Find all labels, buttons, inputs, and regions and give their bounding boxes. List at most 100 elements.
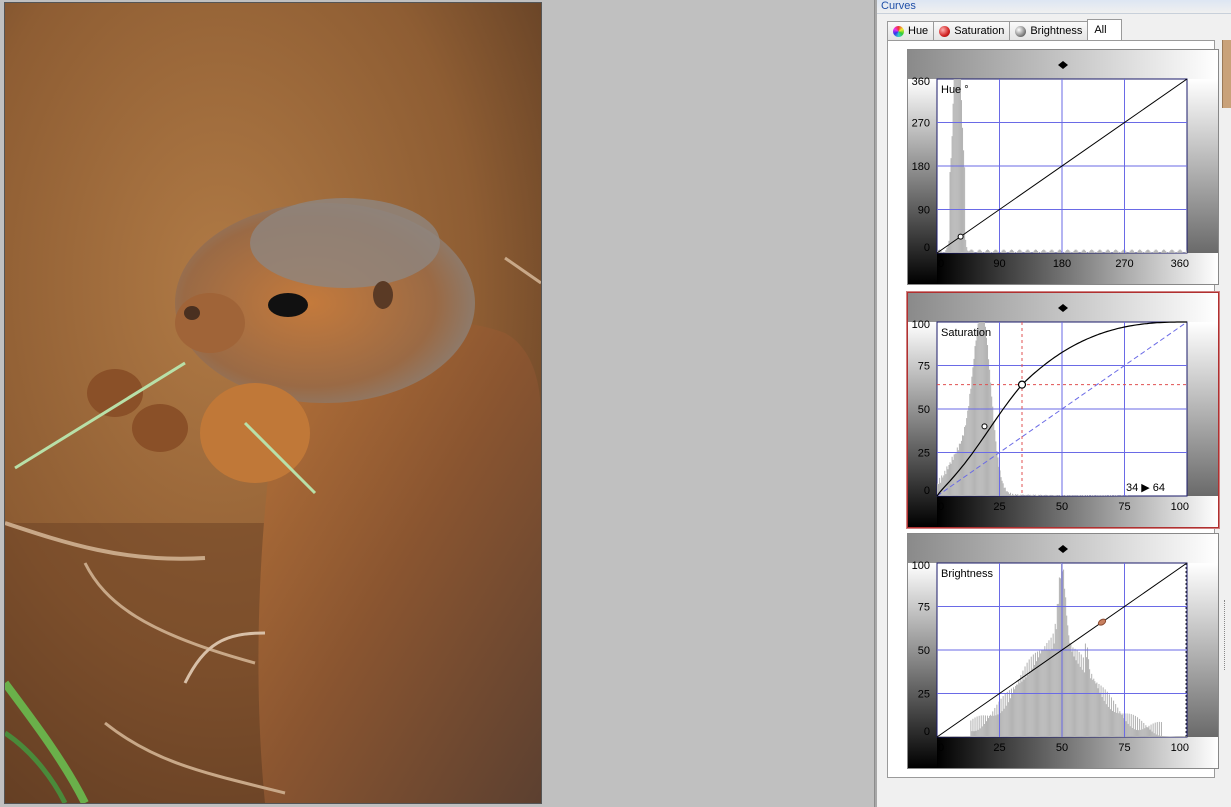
saturation-control-point[interactable] (981, 423, 988, 430)
brightness-histogram-bar (1005, 705, 1007, 737)
brightness-curve-canvas[interactable]: 100 75 50 25 00 25 50 75 100 Brightness (908, 534, 1218, 768)
brightness-histogram-bar (950, 736, 952, 737)
brightness-histogram-bar (1163, 736, 1165, 737)
brightness-histogram-bar (1017, 684, 1019, 737)
hue-histogram-bar (948, 240, 950, 253)
tab-panel-all: 360 270 180 90 0 0 90 180 270 360 Hue ° 100 75 50 25 0… (887, 40, 1220, 778)
brightness-histogram-bar (1009, 698, 1011, 737)
hue-histogram-bar (1056, 251, 1058, 253)
saturation-histogram-bar (1047, 495, 1049, 496)
hue-histogram-bar (1164, 249, 1166, 253)
hue-histogram-bar (1027, 249, 1029, 253)
hue-histogram-bar (993, 251, 995, 253)
hue-histogram-bar (967, 250, 969, 253)
brightness-histogram-bar (1079, 666, 1081, 737)
hue-histogram-bar (941, 251, 943, 253)
brightness-x-tick-label: 25 (993, 742, 1005, 754)
saturation-y-tick-label: 75 (918, 361, 930, 373)
brightness-histogram-bar (1167, 736, 1169, 737)
saturation-histogram-bar (984, 326, 986, 496)
hue-control-point[interactable] (957, 233, 964, 240)
hue-histogram-bar (960, 100, 962, 254)
hue-histogram-bar (989, 251, 991, 253)
saturation-histogram-bar (1073, 495, 1075, 496)
brightness-histogram-bar (1181, 736, 1183, 737)
hue-histogram-bar (1121, 251, 1123, 253)
brightness-histogram-bar (963, 736, 965, 737)
brightness-histogram-bar (1000, 698, 1002, 737)
brightness-histogram-bar (1128, 713, 1130, 737)
saturation-x-tick-label: 50 (1056, 501, 1068, 513)
brightness-histogram-bar (1067, 625, 1069, 737)
saturation-curve-canvas[interactable]: 100 75 50 25 00 25 50 75 100 Saturation 34 ▶ 64 (908, 293, 1218, 527)
tab-hue-label: Hue (908, 25, 929, 37)
brightness-histogram-bar (1034, 652, 1036, 737)
saturation-x-tick-label: 75 (1118, 501, 1130, 513)
brightness-curve-editor[interactable]: 100 75 50 25 0 0 25 50 75 100 Brightness (907, 533, 1219, 769)
hue-histogram-bar (1076, 250, 1078, 253)
hue-histogram-bar (1024, 252, 1026, 253)
hue-histogram-bar (1077, 251, 1079, 253)
saturation-histogram-bar (977, 323, 979, 496)
hue-histogram-bar (1107, 249, 1109, 253)
brightness-histogram-bar (1033, 664, 1035, 737)
hue-histogram-bar (1059, 249, 1061, 253)
brightness-y-tick-label: 0 (924, 726, 930, 738)
brightness-histogram-bar (1089, 669, 1091, 737)
saturation-curve-editor[interactable]: 100 75 50 25 0 0 25 50 75 100 Saturation 34 ▶ 64 (906, 291, 1220, 529)
saturation-histogram-bar (1068, 495, 1070, 496)
hue-x-tick-label: 270 (1115, 258, 1133, 270)
tab-brightness[interactable]: Brightness (1009, 21, 1089, 40)
brightness-histogram-bar (1038, 657, 1040, 737)
hue-histogram-bar (1072, 252, 1074, 253)
saturation-histogram-bar (985, 337, 987, 496)
brightness-histogram-bar (1152, 723, 1154, 737)
hue-histogram-bar (1003, 249, 1005, 253)
saturation-histogram-bar (1098, 495, 1100, 496)
brightness-histogram-bar (996, 704, 998, 737)
hue-histogram-bar (1053, 251, 1055, 253)
brightness-histogram-bar (1022, 670, 1024, 737)
brightness-histogram-bar (972, 718, 974, 737)
brightness-histogram-bar (987, 715, 989, 737)
tab-all[interactable]: All (1087, 19, 1122, 40)
hue-histogram-bar (1074, 249, 1076, 253)
saturation-right-strip (1187, 322, 1218, 496)
brightness-histogram-bar (967, 736, 969, 737)
brightness-histogram-bar (1125, 721, 1127, 737)
hue-curve-canvas[interactable]: 360 270 180 90 00 90 180 270 360 Hue ° (908, 50, 1218, 284)
brightness-histogram-bar (1154, 722, 1156, 737)
brightness-histogram-bar (1169, 736, 1171, 737)
brightness-histogram-bar (1070, 644, 1072, 737)
brightness-histogram-bar (1028, 659, 1030, 737)
saturation-selected-point[interactable] (1017, 380, 1027, 389)
saturation-histogram-bar (1057, 495, 1059, 496)
tab-hue[interactable]: Hue (887, 21, 935, 40)
hue-histogram-bar (1025, 250, 1027, 253)
saturation-histogram-bar (1009, 492, 1011, 496)
saturation-histogram-bar (1075, 495, 1077, 496)
tab-saturation[interactable]: Saturation (933, 21, 1011, 40)
brightness-histogram-bar (1141, 720, 1143, 737)
brightness-y-tick-label: 25 (918, 689, 930, 701)
brightness-histogram-bar (1024, 666, 1026, 737)
brightness-histogram-bar (993, 715, 995, 737)
saturation-histogram-bar (996, 450, 998, 496)
side-panel-tab[interactable] (1222, 40, 1231, 108)
saturation-histogram-bar (957, 450, 959, 496)
hue-histogram-bar (1141, 251, 1143, 253)
saturation-histogram-bar (966, 418, 968, 496)
saturation-histogram-bar (987, 345, 989, 496)
hue-histogram-bar (1145, 251, 1147, 253)
saturation-histogram-bar (949, 462, 951, 496)
brightness-histogram-bar (1031, 668, 1033, 737)
brightness-histogram-bar (1114, 712, 1116, 737)
hue-histogram-bar (1099, 249, 1101, 253)
hue-curve-editor[interactable]: 360 270 180 90 0 0 90 180 270 360 Hue ° (907, 49, 1219, 285)
brightness-histogram-bar (964, 736, 966, 737)
brightness-histogram-bar (1027, 674, 1029, 737)
brightness-histogram-bar (1112, 710, 1114, 737)
hue-histogram-bar (1065, 251, 1067, 253)
hue-histogram-bar (1148, 250, 1150, 253)
hue-histogram-bar (1049, 250, 1051, 253)
